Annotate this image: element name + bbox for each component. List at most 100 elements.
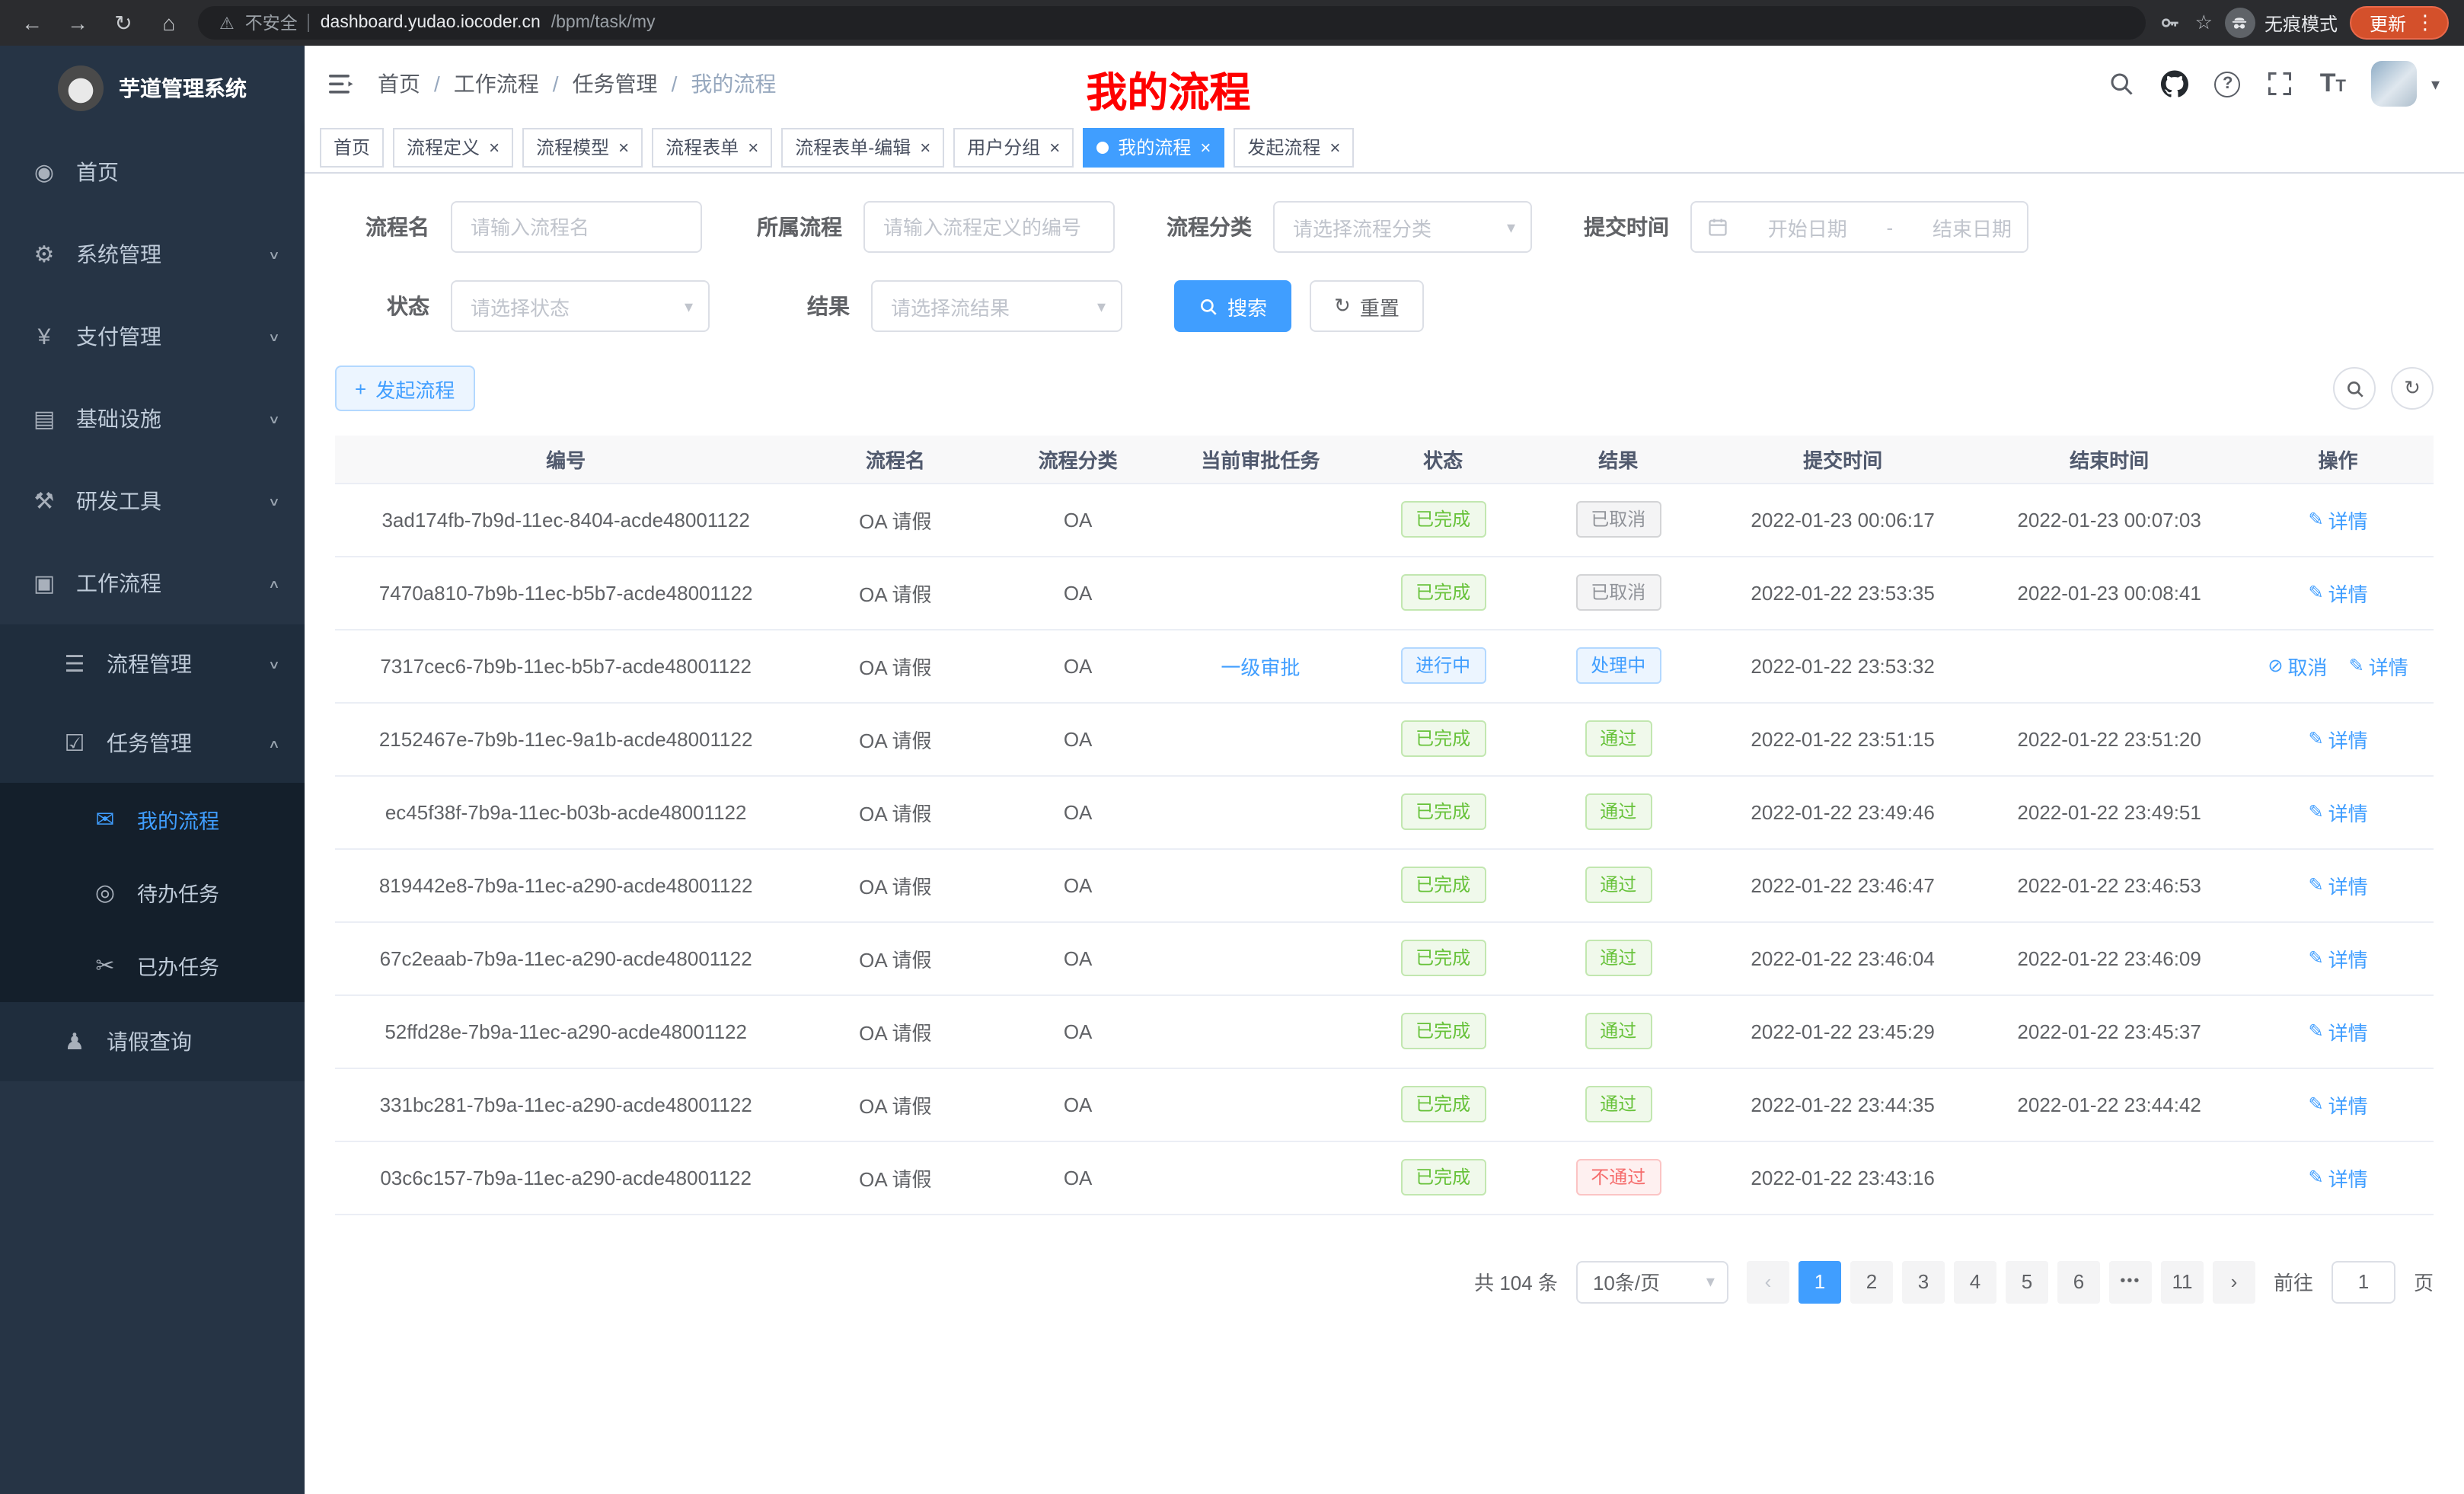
table-tools: ↻ [2333, 367, 2434, 410]
tab-start-process[interactable]: 发起流程 × [1234, 127, 1354, 167]
close-icon[interactable]: × [1200, 136, 1211, 158]
sidebar-item-payment[interactable]: ¥ 支付管理 ∨ [0, 295, 305, 378]
cell-actions: ✎详情 [2242, 702, 2434, 775]
cell-name: OA 请假 [796, 702, 994, 775]
tab-process-form[interactable]: 流程表单 × [652, 127, 772, 167]
detail-link[interactable]: ✎详情 [2308, 1017, 2367, 1045]
column-header: 编号 [335, 436, 796, 483]
breadcrumb-item[interactable]: 任务管理 [573, 69, 658, 99]
fullscreen-icon[interactable] [2267, 70, 2294, 97]
more-pages-button[interactable]: ••• [2109, 1260, 2152, 1303]
home-button[interactable]: ⌂ [152, 6, 186, 40]
close-icon[interactable]: × [920, 136, 930, 158]
breadcrumb-item[interactable]: 首页 [378, 69, 420, 99]
page-button-11[interactable]: 11 [2161, 1260, 2204, 1303]
result-badge: 通过 [1585, 867, 1652, 903]
create-process-button[interactable]: + 发起流程 [335, 366, 474, 411]
tools-icon: ⚒ [30, 487, 58, 515]
tab-user-group[interactable]: 用户分组 × [953, 127, 1074, 167]
sidebar-item-done-tasks[interactable]: ✂ 已办任务 [0, 929, 305, 1002]
page-button-2[interactable]: 2 [1850, 1260, 1893, 1303]
forward-button[interactable]: → [61, 6, 94, 40]
chrome-menu-icon[interactable]: ⋮ [2415, 11, 2435, 35]
incognito-label: 无痕模式 [2265, 10, 2338, 36]
back-button[interactable]: ← [15, 6, 49, 40]
result-select[interactable]: 请选择流结果 ▾ [871, 280, 1122, 332]
refresh-table-button[interactable]: ↻ [2391, 367, 2434, 410]
close-icon[interactable]: × [618, 136, 629, 158]
page-button-1[interactable]: 1 [1799, 1260, 1841, 1303]
incognito-badge[interactable]: 无痕模式 [2225, 8, 2338, 38]
current-task-link[interactable]: 一级审批 [1221, 656, 1300, 678]
cell-actions: ✎详情 [2242, 483, 2434, 556]
goto-page-input[interactable] [2332, 1260, 2395, 1303]
search-icon[interactable] [2108, 70, 2136, 97]
detail-link[interactable]: ✎详情 [2349, 651, 2408, 680]
key-icon[interactable] [2159, 11, 2183, 35]
sidebar-item-devtools[interactable]: ⚒ 研发工具 ∨ [0, 460, 305, 542]
sidebar-item-task-management[interactable]: ☑ 任务管理 ∧ [0, 704, 305, 783]
process-def-input[interactable] [863, 201, 1115, 253]
sidebar-toggle-button[interactable] [329, 72, 356, 96]
sidebar-item-my-process[interactable]: ✉ 我的流程 [0, 783, 305, 856]
tab-home[interactable]: 首页 [320, 127, 384, 167]
bookmark-star-icon[interactable]: ☆ [2195, 11, 2213, 35]
close-icon[interactable]: × [1049, 136, 1060, 158]
sidebar-item-infrastructure[interactable]: ▤ 基础设施 ∨ [0, 378, 305, 460]
page-button-5[interactable]: 5 [2006, 1260, 2048, 1303]
close-icon[interactable]: × [1329, 136, 1340, 158]
edit-icon: ✎ [2349, 655, 2364, 676]
edit-icon: ✎ [2308, 1020, 2323, 1042]
cell-actions: ✎详情 [2242, 994, 2434, 1068]
detail-link[interactable]: ✎详情 [2308, 724, 2367, 753]
help-icon[interactable]: ? [2215, 71, 2241, 97]
detail-link[interactable]: ✎详情 [2308, 578, 2367, 607]
sidebar-item-todo-tasks[interactable]: ◎ 待办任务 [0, 856, 305, 929]
sidebar-item-process-management[interactable]: ☰ 流程管理 ∨ [0, 624, 305, 704]
page-button-6[interactable]: 6 [2057, 1260, 2100, 1303]
detail-link[interactable]: ✎详情 [2308, 1090, 2367, 1119]
category-select[interactable]: 请选择流程分类 ▾ [1273, 201, 1532, 253]
prev-page-button[interactable]: ‹ [1747, 1260, 1789, 1303]
tab-process-form-edit[interactable]: 流程表单-编辑 × [781, 127, 944, 167]
tab-my-process[interactable]: 我的流程 × [1083, 127, 1224, 167]
search-button[interactable]: 搜索 [1174, 280, 1291, 332]
toggle-search-button[interactable] [2333, 367, 2376, 410]
sidebar-item-leave-query[interactable]: ♟ 请假查询 [0, 1002, 305, 1081]
breadcrumb-item[interactable]: 工作流程 [454, 69, 539, 99]
page-size-select[interactable]: 10条/页 ▾ [1576, 1260, 1728, 1303]
tab-process-definition[interactable]: 流程定义 × [393, 127, 513, 167]
submit-time-range-picker[interactable]: 开始日期 - 结束日期 [1690, 201, 2028, 253]
breadcrumb-separator: / [553, 72, 559, 96]
font-size-icon[interactable]: TT [2320, 69, 2346, 99]
status-badge: 已完成 [1400, 501, 1486, 538]
close-icon[interactable]: × [748, 136, 758, 158]
detail-link[interactable]: ✎详情 [2308, 870, 2367, 899]
edit-icon: ✎ [2308, 509, 2323, 530]
tab-process-model[interactable]: 流程模型 × [522, 127, 643, 167]
detail-link[interactable]: ✎详情 [2308, 1163, 2367, 1192]
chevron-down-icon: ▾ [1507, 217, 1515, 237]
reload-button[interactable]: ↻ [107, 6, 140, 40]
cancel-link[interactable]: ⊘取消 [2268, 651, 2327, 680]
avatar[interactable] [2372, 61, 2418, 107]
address-bar[interactable]: ⚠ 不安全 dashboard.yudao.iocoder.cn/bpm/tas… [198, 6, 2146, 40]
close-icon[interactable]: × [489, 136, 500, 158]
sidebar-item-home[interactable]: ◉ 首页 [0, 131, 305, 213]
detail-link[interactable]: ✎详情 [2308, 943, 2367, 972]
status-select[interactable]: 请选择状态 ▾ [451, 280, 710, 332]
page-button-4[interactable]: 4 [1954, 1260, 1996, 1303]
process-name-input[interactable] [451, 201, 702, 253]
page-button-3[interactable]: 3 [1902, 1260, 1945, 1303]
detail-link[interactable]: ✎详情 [2308, 505, 2367, 534]
chrome-update-button[interactable]: 更新 ⋮ [2350, 6, 2449, 40]
sidebar-item-workflow[interactable]: ▣ 工作流程 ∧ [0, 542, 305, 624]
github-icon[interactable] [2162, 70, 2189, 97]
sidebar-item-system[interactable]: ⚙ 系统管理 ∨ [0, 213, 305, 295]
avatar-caret-icon[interactable]: ▾ [2431, 74, 2440, 94]
cell-status: 已完成 [1359, 556, 1527, 629]
next-page-button[interactable]: › [2213, 1260, 2255, 1303]
app-logo[interactable]: 芋道管理系统 [0, 46, 305, 131]
reset-button[interactable]: ↻ 重置 [1310, 280, 1424, 332]
detail-link[interactable]: ✎详情 [2308, 797, 2367, 826]
